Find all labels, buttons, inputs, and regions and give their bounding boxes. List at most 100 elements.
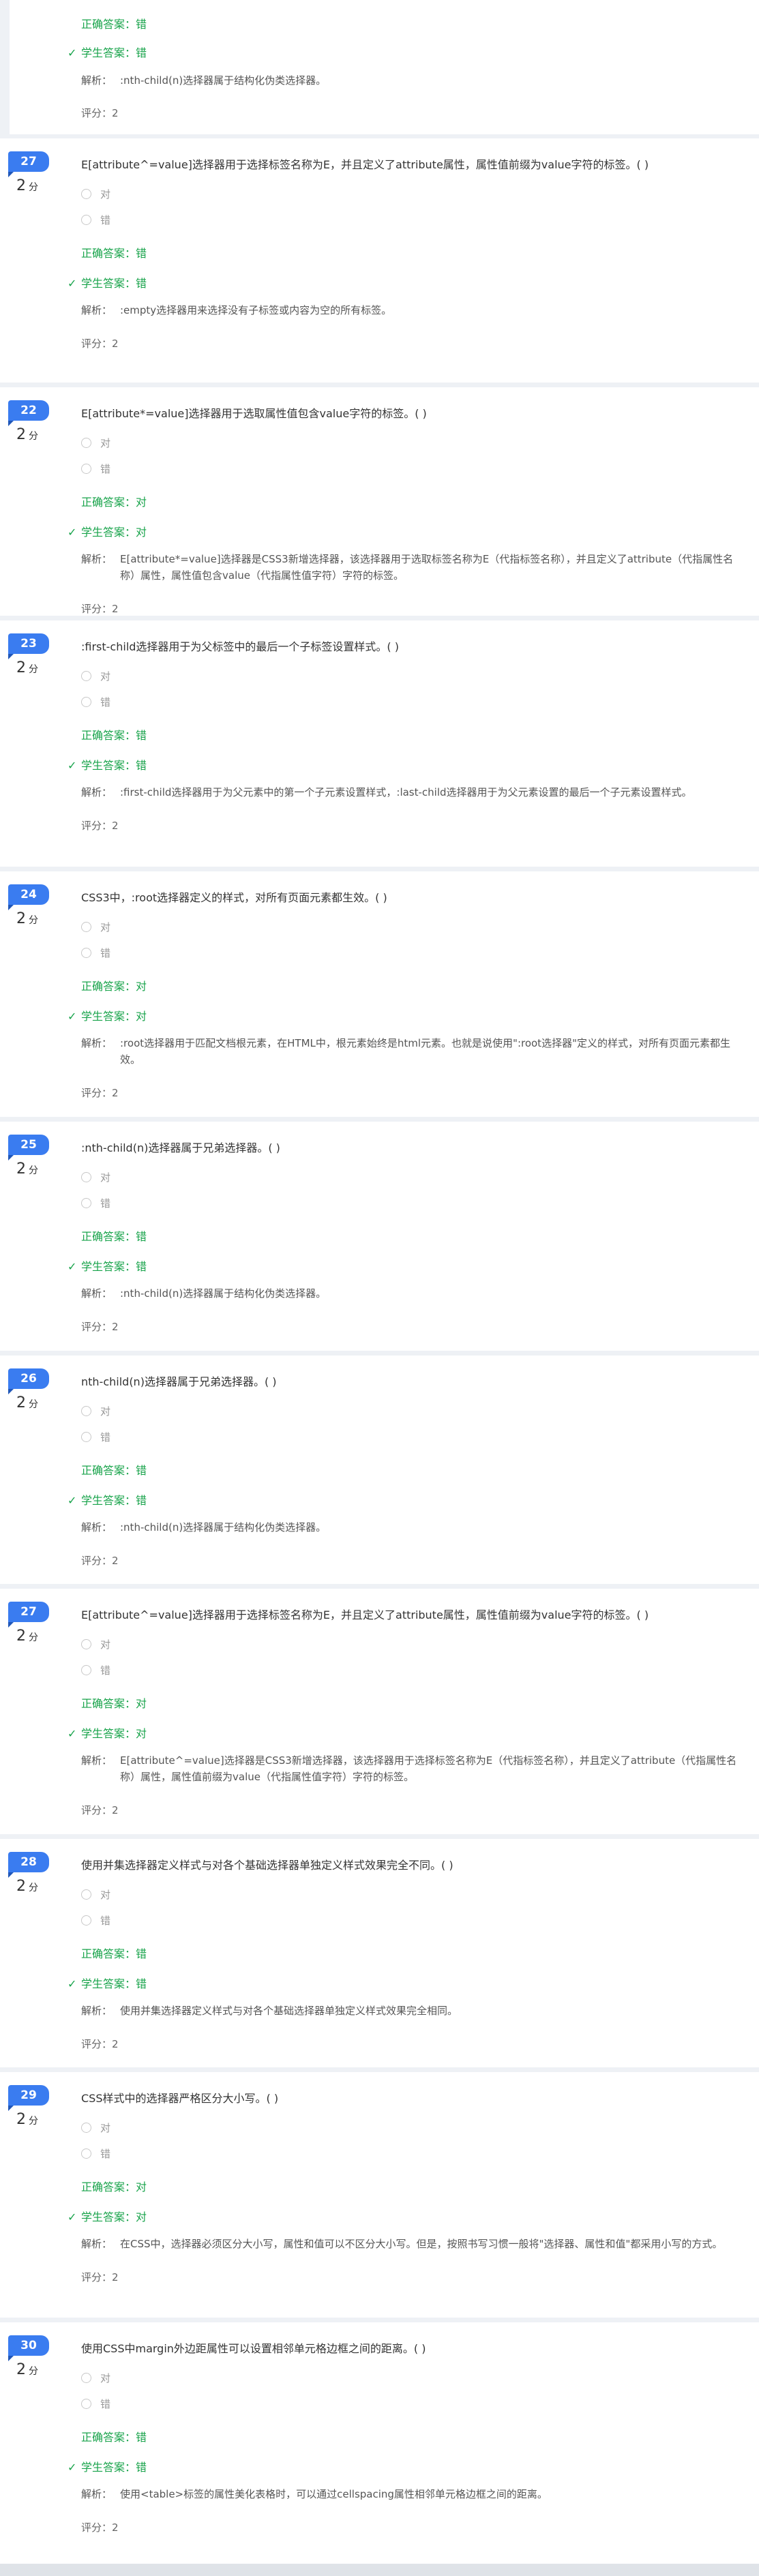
correct-answer: 正确答案：错	[81, 1227, 147, 1244]
question-score: 2分	[16, 1628, 38, 1645]
option-false[interactable]: 错	[81, 1430, 110, 1445]
correct-answer-value: 对	[136, 496, 147, 509]
analysis-label: 解析：	[81, 786, 113, 798]
correct-answer: 正确答案：对	[81, 493, 147, 509]
option-true[interactable]: 对	[81, 920, 110, 935]
rating: 评分：2	[81, 2520, 119, 2534]
option-false[interactable]: 错	[81, 1196, 110, 1211]
student-answer-value: 错	[136, 1494, 147, 1507]
rating: 评分：2	[81, 2270, 119, 2284]
student-answer-value: 对	[136, 1010, 147, 1023]
analysis: 解析：:nth-child(n)选择器属于结构化伪类选择器。	[81, 1519, 740, 1536]
option-false[interactable]: 错	[81, 2146, 110, 2161]
check-icon: ✓	[68, 2461, 77, 2474]
analysis-label: 解析：	[81, 1754, 113, 1767]
option-false[interactable]: 错	[81, 462, 110, 477]
radio-icon[interactable]	[81, 215, 91, 225]
option-true[interactable]: 对	[81, 669, 110, 684]
radio-icon[interactable]	[81, 2123, 91, 2133]
option-label: 错	[100, 214, 111, 226]
option-false[interactable]: 错	[81, 946, 110, 961]
analysis: 解析： 在CSS中，选择器必须区分大小写，属性和值可以不区分大小写。但是，按照书写…	[81, 2236, 740, 2252]
student-answer: ✓ 学生答案：对	[68, 1007, 147, 1023]
option-true[interactable]: 对	[81, 2121, 110, 2136]
option-true[interactable]: 对	[81, 1404, 110, 1419]
option-true[interactable]: 对	[81, 1170, 110, 1185]
radio-icon[interactable]	[81, 2373, 91, 2383]
radio-icon[interactable]	[81, 1665, 91, 1675]
option-false[interactable]: 错	[81, 1663, 110, 1678]
question-card: 28 2 分使用并集选择器定义样式与对各个基础选择器单独定义样式效果完全不同。( )…	[0, 1839, 759, 2067]
correct-answer-label: 正确答案：	[81, 1464, 136, 1477]
radio-icon[interactable]	[81, 1432, 91, 1442]
student-answer: ✓ 学生答案：错	[68, 756, 147, 773]
check-icon: ✓	[68, 1260, 77, 1273]
radio-icon[interactable]	[81, 2148, 91, 2159]
score-unit: 分	[29, 1165, 38, 1176]
question-title: E[attribute^=value]选择器用于选择标签名称为E，并且定义了at…	[81, 1608, 649, 1621]
rating-label: 评分：	[81, 1804, 113, 1816]
question-number-badge: 29	[8, 2085, 49, 2111]
option-true[interactable]: 对	[81, 1887, 110, 1902]
option-false[interactable]: 错	[81, 213, 110, 228]
correct-answer-value: 错	[136, 1464, 147, 1477]
question-number-badge: 25	[8, 1135, 49, 1160]
option-label: 错	[100, 1915, 111, 1927]
analysis-text: :nth-child(n)选择器属于结构化伪类选择器。	[120, 1287, 327, 1300]
rating-label: 评分：	[81, 603, 113, 615]
radio-icon[interactable]	[81, 671, 91, 681]
analysis-text: :empty选择器用来选择没有子标签或内容为空的所有标签。	[120, 304, 392, 316]
radio-icon[interactable]	[81, 189, 91, 199]
radio-icon[interactable]	[81, 697, 91, 707]
option-false[interactable]: 错	[81, 695, 110, 710]
radio-icon[interactable]	[81, 1639, 91, 1649]
question-number-badge: 27	[8, 151, 49, 177]
question-score: 2分	[16, 1878, 38, 1895]
question-card: 22 2 分 E[attribute*=value]选择器用于选取属性值包含value…	[0, 387, 759, 616]
option-false[interactable]: 错	[81, 2397, 110, 2412]
radio-icon[interactable]	[81, 1406, 91, 1416]
check-icon: ✓	[68, 1727, 77, 1740]
correct-answer-value: 对	[136, 980, 147, 993]
option-label: 对	[100, 921, 111, 933]
option-true[interactable]: 对	[81, 1637, 110, 1652]
option-label: 对	[100, 1171, 111, 1184]
rating-label: 评分：	[81, 820, 113, 832]
check-icon: ✓	[68, 277, 77, 290]
radio-icon[interactable]	[81, 922, 91, 932]
radio-icon[interactable]	[81, 1198, 91, 1208]
option-true[interactable]: 对	[81, 2371, 110, 2386]
question-card: 27 2 分 E[attribute^=value]选择器用于选择标签名称为E，并且定…	[0, 1589, 759, 1834]
student-answer-label: 学生答案：	[81, 1494, 136, 1507]
score-value: 2	[16, 1628, 26, 1645]
question-card: 27 2 分 E[attribute^=value]选择器用于选择标签名称为E，并且定…	[0, 138, 759, 383]
radio-icon[interactable]	[81, 464, 91, 474]
correct-answer: 正确答案：错	[81, 2428, 147, 2444]
option-true[interactable]: 对	[81, 187, 110, 202]
question-title: CSS3中，:root选择器定义的样式，对所有页面元素都生效。( )	[81, 891, 387, 904]
student-answer: ✓ 学生答案：错	[68, 2458, 147, 2474]
radio-icon[interactable]	[81, 2399, 91, 2409]
question-card: 24 2 分 CSS3中，:root选择器定义的样式，对所有页面元素都生效。( ) 对错…	[0, 871, 759, 1117]
score-unit: 分	[29, 2366, 38, 2377]
radio-icon[interactable]	[81, 948, 91, 958]
score-unit: 分	[29, 664, 38, 675]
student-answer: ✓ 学生答案：错	[68, 1257, 147, 1274]
option-true[interactable]: 对	[81, 436, 110, 451]
question-number-badge: 22	[8, 400, 49, 426]
rating-value: 2	[112, 2038, 119, 2050]
student-answer-label: 学生答案：	[81, 277, 136, 290]
rating-value: 2	[112, 1321, 119, 1333]
radio-icon[interactable]	[81, 1889, 91, 1900]
option-false[interactable]: 错	[81, 1913, 110, 1928]
correct-answer: 正确答案：对	[81, 2178, 147, 2194]
check-icon: ✓	[68, 1977, 77, 1990]
radio-icon[interactable]	[81, 1172, 91, 1182]
question-title: E[attribute*=value]选择器用于选取属性值包含value字符的标…	[81, 407, 427, 420]
student-answer-label: 学生答案：	[81, 1260, 136, 1273]
radio-icon[interactable]	[81, 1915, 91, 1926]
radio-icon[interactable]	[81, 438, 91, 448]
correct-answer: 正确答案：对	[81, 977, 147, 993]
question-score: 2分	[16, 910, 38, 927]
student-answer-value: 错	[136, 759, 147, 772]
